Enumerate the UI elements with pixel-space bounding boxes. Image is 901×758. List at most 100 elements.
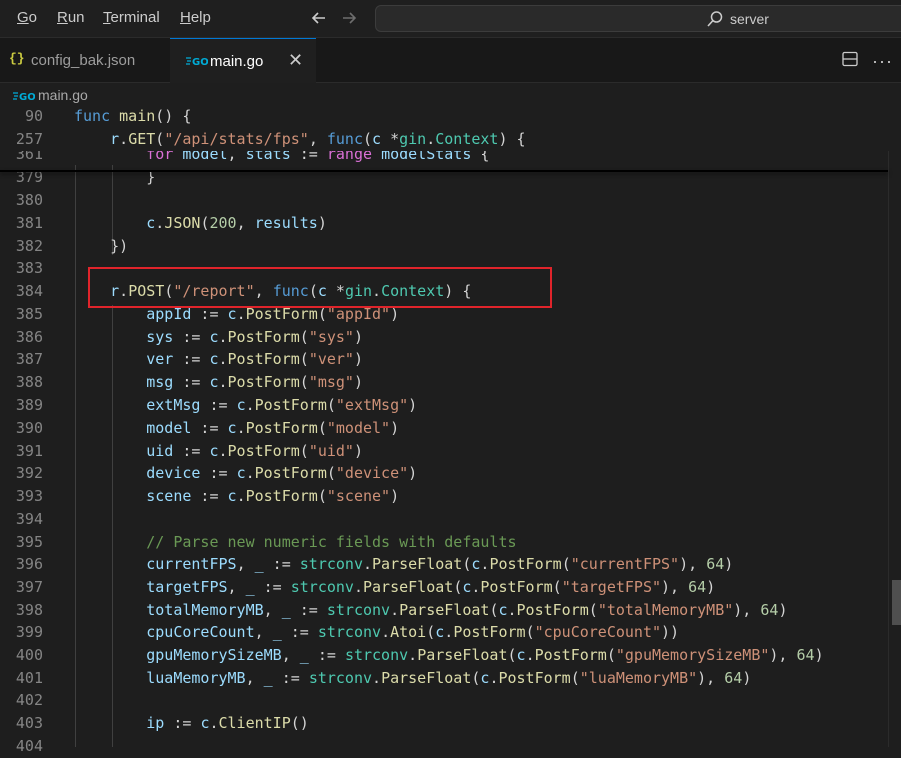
code-token: ( bbox=[588, 601, 598, 619]
code-token: totalMemoryMB bbox=[146, 601, 264, 619]
code-token: msg bbox=[146, 373, 174, 391]
code-line[interactable]: 393 scene := c.PostForm("scene") bbox=[0, 485, 901, 508]
code-token: , bbox=[236, 555, 255, 573]
line-text: sys := c.PostForm("sys") bbox=[74, 326, 363, 349]
code-line[interactable]: 399 cpuCoreCount, _ := strconv.Atoi(c.Po… bbox=[0, 621, 901, 644]
code-token: luaMemoryMB bbox=[146, 669, 246, 687]
back-arrow-icon[interactable] bbox=[309, 8, 329, 28]
code-token: . bbox=[372, 669, 382, 687]
line-text: cpuCoreCount, _ := strconv.Atoi(c.PostFo… bbox=[74, 621, 679, 644]
code-token: , bbox=[308, 130, 327, 148]
code-line[interactable]: 392 device := c.PostForm("device") bbox=[0, 462, 901, 485]
menu-terminal[interactable]: Terminal bbox=[103, 9, 160, 26]
code-line[interactable]: 389 extMsg := c.PostForm("extMsg") bbox=[0, 394, 901, 417]
code-token: "extMsg" bbox=[335, 396, 409, 414]
code-token: 64 bbox=[760, 601, 779, 619]
code-token: uid bbox=[146, 442, 174, 460]
code-token: . bbox=[390, 601, 400, 619]
tab-main-go[interactable]: GO main.go ✕ bbox=[170, 38, 316, 83]
menu-go[interactable]: Go bbox=[17, 9, 37, 26]
sticky-code-line[interactable]: 257 r.GET("/api/stats/fps", func(c *gin.… bbox=[0, 128, 901, 151]
code-line[interactable]: 398 totalMemoryMB, _ := strconv.ParseFlo… bbox=[0, 599, 901, 622]
code-token: c bbox=[435, 623, 445, 641]
line-number: 389 bbox=[15, 396, 43, 414]
code-token: ) bbox=[317, 214, 327, 232]
code-token: ( bbox=[326, 464, 336, 482]
code-line[interactable]: 400 gpuMemorySizeMB, _ := strconv.ParseF… bbox=[0, 644, 901, 667]
line-number: 257 bbox=[15, 130, 43, 148]
code-token: ) { bbox=[498, 130, 526, 148]
code-line[interactable]: 391 uid := c.PostForm("uid") bbox=[0, 440, 901, 463]
scrollbar-thumb[interactable] bbox=[892, 580, 901, 625]
code-token: c bbox=[227, 419, 237, 437]
code-line[interactable]: 390 model := c.PostForm("model") bbox=[0, 417, 901, 440]
tab-config-bak-json[interactable]: {} config_bak.json bbox=[0, 38, 170, 82]
forward-arrow-icon[interactable] bbox=[339, 8, 359, 28]
code-line[interactable]: 404 bbox=[0, 735, 901, 758]
code-token: , bbox=[254, 623, 273, 641]
code-token: ( bbox=[299, 328, 309, 346]
vertical-scrollbar[interactable] bbox=[888, 105, 901, 747]
code-token: ) bbox=[724, 555, 734, 573]
code-token: strconv bbox=[308, 669, 373, 687]
code-line[interactable]: 401 luaMemoryMB, _ := strconv.ParseFloat… bbox=[0, 667, 901, 690]
breadcrumb-file[interactable]: main.go bbox=[38, 87, 88, 103]
code-token: _ bbox=[299, 646, 309, 664]
code-token: 64 bbox=[796, 646, 815, 664]
code-token: Atoi bbox=[390, 623, 427, 641]
menu-help[interactable]: Help bbox=[180, 9, 211, 26]
code-token: . bbox=[218, 350, 228, 368]
code-token: gin bbox=[399, 130, 427, 148]
code-token: PostForm bbox=[480, 578, 553, 596]
split-editor-icon[interactable] bbox=[842, 51, 858, 67]
code-line[interactable]: 388 msg := c.PostForm("msg") bbox=[0, 371, 901, 394]
editor-tab-bar: {} config_bak.json GO main.go ✕ bbox=[0, 38, 901, 83]
code-token: PostForm bbox=[254, 396, 327, 414]
code-line[interactable]: 382 }) bbox=[0, 235, 901, 258]
code-token: . bbox=[119, 130, 129, 148]
code-token: c bbox=[236, 464, 246, 482]
code-line[interactable]: 386 sys := c.PostForm("sys") bbox=[0, 326, 901, 349]
code-token: ) bbox=[390, 487, 400, 505]
code-token: PostForm bbox=[498, 669, 571, 687]
code-line[interactable]: 402 bbox=[0, 689, 901, 712]
code-line[interactable]: 395 // Parse new numeric fields with def… bbox=[0, 531, 901, 554]
command-center-search[interactable]: server bbox=[375, 5, 901, 32]
line-text: model := c.PostForm("model") bbox=[74, 417, 399, 440]
search-text: server bbox=[730, 11, 769, 27]
code-line[interactable]: 394 bbox=[0, 508, 901, 531]
code-token: "ver" bbox=[308, 350, 354, 368]
code-line[interactable]: 403 ip := c.ClientIP() bbox=[0, 712, 901, 735]
code-token: . bbox=[381, 623, 391, 641]
code-token: ( bbox=[570, 669, 580, 687]
code-editor[interactable]: 90 func main() {257 r.GET("/api/stats/fps… bbox=[0, 105, 901, 755]
code-token: ) bbox=[353, 328, 363, 346]
code-token: "targetFPS" bbox=[561, 578, 662, 596]
code-token: ParseFloat bbox=[372, 555, 463, 573]
close-icon[interactable]: ✕ bbox=[288, 50, 303, 71]
code-token: PostForm bbox=[227, 350, 300, 368]
code-line[interactable]: 397 targetFPS, _ := strconv.ParseFloat(c… bbox=[0, 576, 901, 599]
line-text: scene := c.PostForm("scene") bbox=[74, 485, 399, 508]
code-line[interactable]: 387 ver := c.PostForm("ver") bbox=[0, 348, 901, 371]
code-token: PostForm bbox=[489, 555, 562, 573]
code-line[interactable]: 380 bbox=[0, 189, 901, 212]
line-text: c.JSON(200, results) bbox=[74, 212, 327, 235]
code-token: scene bbox=[146, 487, 192, 505]
code-line[interactable]: 381 c.JSON(200, results) bbox=[0, 212, 901, 235]
code-token: ( bbox=[299, 442, 309, 460]
code-line[interactable]: 396 currentFPS, _ := strconv.ParseFloat (… bbox=[0, 553, 901, 576]
code-token: JSON bbox=[164, 214, 201, 232]
sticky-code-line[interactable]: 90 func main() { bbox=[0, 105, 901, 128]
code-token: extMsg bbox=[146, 396, 201, 414]
more-actions-icon[interactable]: ··· bbox=[872, 51, 893, 72]
code-token: c bbox=[372, 130, 382, 148]
menu-run[interactable]: Run bbox=[57, 9, 85, 26]
line-text: // Parse new numeric fields with default… bbox=[74, 531, 516, 554]
line-number: 396 bbox=[15, 555, 43, 573]
